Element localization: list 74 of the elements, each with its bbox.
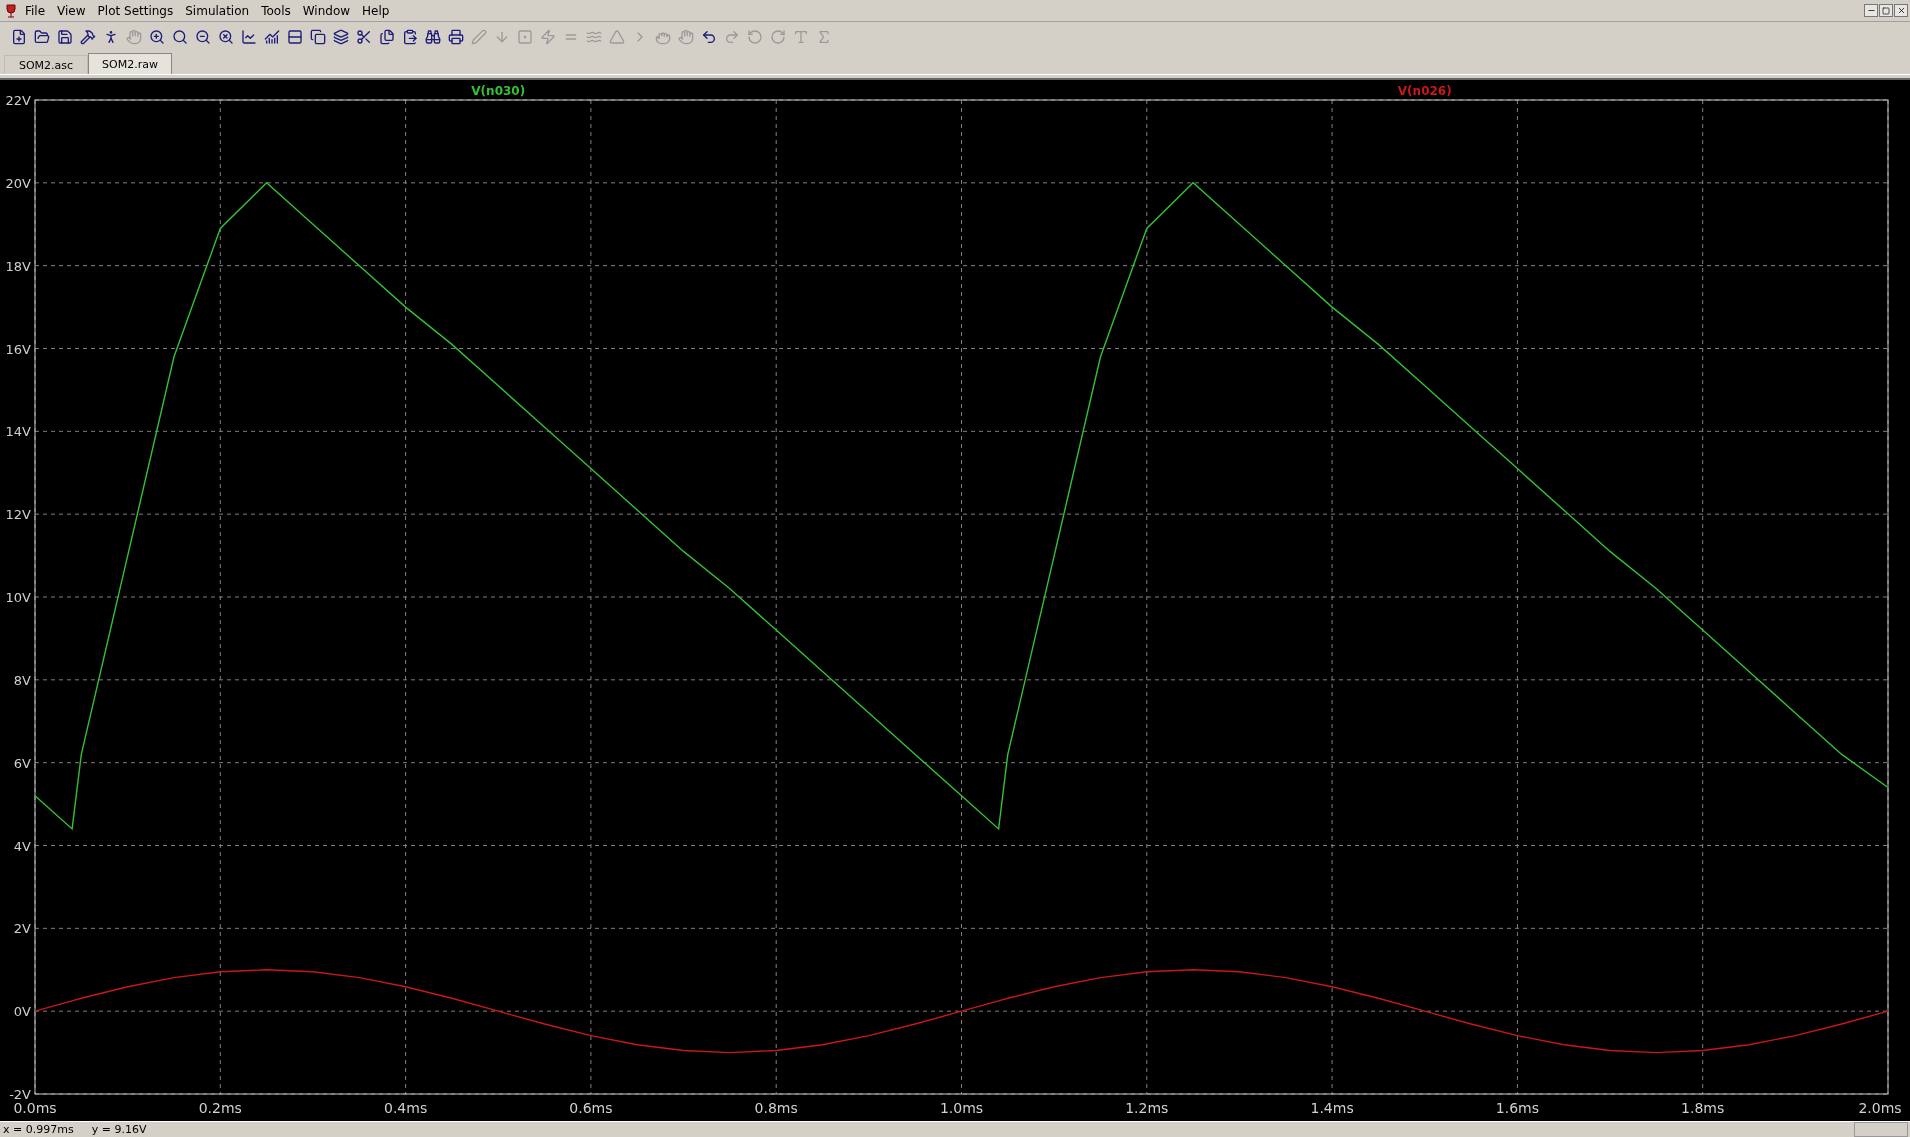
binoculars-icon xyxy=(424,29,441,45)
x-tick-label: 2.0ms xyxy=(1858,1100,1902,1116)
rows-icon xyxy=(286,29,303,45)
zoom-out-icon xyxy=(194,29,211,45)
menu-item[interactable]: Help xyxy=(357,3,395,18)
rotate-left-icon xyxy=(746,29,763,45)
magnifier-icon xyxy=(171,29,188,45)
trace-label[interactable]: V(n026) xyxy=(1397,84,1452,98)
x-tick-label: 0.0ms xyxy=(13,1100,57,1116)
zoom-cancel-icon xyxy=(217,29,234,45)
printer-icon xyxy=(447,29,464,45)
zigzag-icon xyxy=(539,29,556,45)
x-tick-label: 1.4ms xyxy=(1310,1100,1354,1116)
copy-icon xyxy=(309,29,326,45)
hand-icon xyxy=(677,29,694,45)
y-tick-label: 16V xyxy=(5,341,31,357)
y-tick-label: 0V xyxy=(13,1004,31,1020)
x-tick-label: 0.6ms xyxy=(569,1100,613,1116)
cut-icon xyxy=(355,29,372,45)
open-folder-icon xyxy=(33,29,50,45)
layers-icon xyxy=(332,29,349,45)
redo-icon xyxy=(723,29,740,45)
hand-icon xyxy=(125,29,142,45)
y-tick-label: 2V xyxy=(13,921,31,937)
waves-icon xyxy=(585,29,602,45)
cursor-x-reading: x = 0.997ms xyxy=(3,1123,74,1136)
menu-item[interactable]: Plot Settings xyxy=(92,3,179,18)
x-tick-label: 0.4ms xyxy=(384,1100,428,1116)
chart-icon xyxy=(240,29,257,45)
rotate-right-icon xyxy=(769,29,786,45)
x-tick-label: 0.8ms xyxy=(754,1100,798,1116)
new-file-icon xyxy=(10,29,27,45)
text-icon xyxy=(792,29,809,45)
close-icon xyxy=(1896,6,1906,15)
menu-item[interactable]: View xyxy=(52,3,91,18)
y-tick-label: 6V xyxy=(13,755,31,771)
y-tick-label: 10V xyxy=(5,590,31,605)
y-tick-label: 12V xyxy=(5,507,31,523)
y-tick-label: 22V xyxy=(5,93,31,108)
app-icon[interactable] xyxy=(4,2,18,19)
x-tick-label: 0.2ms xyxy=(198,1100,242,1116)
status-panel xyxy=(1854,1122,1908,1137)
close-button[interactable] xyxy=(1894,4,1908,17)
chart-axes-icon xyxy=(263,29,280,45)
y-tick-label: -2V xyxy=(9,1087,31,1102)
x-tick-label: 1.0ms xyxy=(939,1100,984,1116)
y-tick-label: 14V xyxy=(5,424,31,440)
grab-hand-icon xyxy=(654,29,671,45)
save-icon xyxy=(56,29,73,45)
menu-item[interactable]: Tools xyxy=(256,3,296,18)
restore-button[interactable] xyxy=(1879,4,1893,17)
menu-item[interactable]: File xyxy=(20,3,51,18)
y-tick-label: 18V xyxy=(5,258,31,274)
y-tick-label: 20V xyxy=(5,175,31,191)
trace-label[interactable]: V(n030) xyxy=(471,84,526,98)
x-tick-label: 1.6ms xyxy=(1495,1100,1539,1116)
minimize-button[interactable] xyxy=(1864,4,1878,17)
hammer-icon xyxy=(79,29,96,45)
undo-icon xyxy=(700,29,717,45)
triangle-icon xyxy=(608,29,625,45)
files-icon xyxy=(378,29,395,45)
restore-icon xyxy=(1882,6,1890,15)
y-tick-label: 8V xyxy=(13,672,31,688)
menu-item[interactable]: Window xyxy=(297,3,356,18)
cursor-y-reading: y = 9.16V xyxy=(91,1123,147,1136)
document-tab[interactable]: SOM2.raw xyxy=(88,53,172,74)
document-tab[interactable]: SOM2.asc xyxy=(4,55,88,74)
y-tick-label: 4V xyxy=(13,838,31,854)
menu-item[interactable]: Simulation xyxy=(180,3,255,18)
pen-icon xyxy=(470,29,487,45)
zoom-in-icon xyxy=(148,29,165,45)
paste-icon xyxy=(401,29,418,45)
x-tick-label: 1.2ms xyxy=(1125,1100,1169,1116)
x-tick-label: 1.8ms xyxy=(1681,1100,1725,1116)
